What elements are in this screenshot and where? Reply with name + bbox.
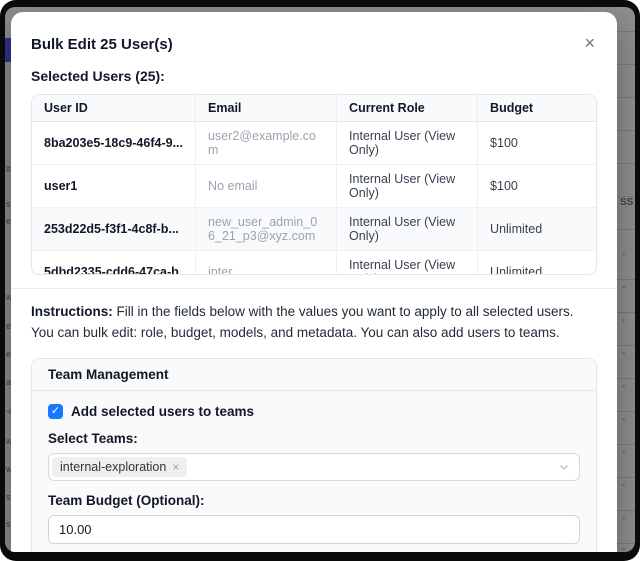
- selected-users-table: User ID Email Current Role Budget 8ba203…: [32, 95, 596, 275]
- cell-user-id: user1: [32, 165, 196, 208]
- column-header-email: Email: [196, 95, 337, 122]
- cell-budget: $100: [478, 165, 596, 208]
- backdrop-cell-dash: -: [622, 283, 625, 293]
- instructions-text: Instructions: Fill in the fields below w…: [31, 302, 597, 344]
- team-management-title: Team Management: [32, 359, 596, 391]
- checkbox-checked-icon[interactable]: ✓: [48, 404, 63, 419]
- cell-email: No email: [196, 165, 337, 208]
- backdrop-right-strip: SS - - - - - - - - - -: [616, 7, 635, 552]
- table-row: 8ba203e5-18c9-46f4-9... user2@example.co…: [32, 122, 596, 165]
- backdrop-text-fragment: lt: [6, 165, 11, 174]
- backdrop-cell-dash: -: [622, 448, 625, 458]
- team-management-body: ✓ Add selected users to teams Select Tea…: [32, 391, 596, 552]
- cell-role: Internal User (View Only): [337, 251, 478, 276]
- cell-user-id: 8ba203e5-18c9-46f4-9...: [32, 122, 196, 165]
- backdrop-cell-dash: -: [622, 349, 625, 359]
- backdrop-cell-dash: -: [622, 250, 625, 260]
- section-divider: [11, 288, 617, 289]
- team-budget-label: Team Budget (Optional):: [48, 493, 580, 508]
- column-header-user-id: User ID: [32, 95, 196, 122]
- cell-role: Internal User (View Only): [337, 208, 478, 251]
- table-row: user1 No email Internal User (View Only)…: [32, 165, 596, 208]
- team-select-input[interactable]: internal-exploration ×: [48, 453, 580, 481]
- window-frame: lt se er w e e ar -q w w st st SS - - - …: [0, 0, 640, 561]
- table-header-row: User ID Email Current Role Budget: [32, 95, 596, 122]
- instructions-label: Instructions:: [31, 304, 113, 319]
- backdrop-cell-dash: -: [622, 545, 625, 552]
- backdrop-cell-dash: -: [622, 481, 625, 491]
- cell-user-id: 5dbd2335-cdd6-47ca-b...: [32, 251, 196, 276]
- selected-users-table-container[interactable]: User ID Email Current Role Budget 8ba203…: [31, 94, 597, 275]
- cell-budget: Unlimited: [478, 251, 596, 276]
- backdrop-cell-dash: -: [622, 415, 625, 425]
- cell-role: Internal User (View Only): [337, 165, 478, 208]
- bulk-edit-modal: Bulk Edit 25 User(s) × Selected Users (2…: [11, 12, 617, 552]
- table-row: 5dbd2335-cdd6-47ca-b... inter Internal U…: [32, 251, 596, 276]
- modal-title: Bulk Edit 25 User(s): [31, 36, 173, 53]
- cell-email: inter: [196, 251, 337, 276]
- table-row: 253d22d5-f3f1-4c8f-b... new_user_admin_0…: [32, 208, 596, 251]
- dimmed-page-backdrop: lt se er w e e ar -q w w st st SS - - - …: [5, 7, 635, 552]
- backdrop-cell-dash: -: [622, 514, 625, 524]
- modal-header: Bulk Edit 25 User(s) ×: [31, 36, 597, 53]
- cell-email: user2@example.com: [196, 122, 337, 165]
- team-management-card: Team Management ✓ Add selected users to …: [31, 358, 597, 552]
- cell-role: Internal User (View Only): [337, 122, 478, 165]
- column-header-current-role: Current Role: [337, 95, 478, 122]
- selected-team-tag[interactable]: internal-exploration ×: [52, 457, 187, 477]
- selected-team-tag-label: internal-exploration: [60, 460, 166, 474]
- instructions-body: Fill in the fields below with the values…: [31, 304, 574, 340]
- cell-user-id: 253d22d5-f3f1-4c8f-b...: [32, 208, 196, 251]
- team-budget-input[interactable]: [48, 515, 580, 544]
- add-users-to-teams-checkbox-row[interactable]: ✓ Add selected users to teams: [48, 404, 580, 419]
- add-users-to-teams-label: Add selected users to teams: [71, 404, 254, 419]
- selected-users-label: Selected Users (25):: [31, 68, 597, 84]
- cell-budget: Unlimited: [478, 208, 596, 251]
- backdrop-cell-dash: -: [622, 382, 625, 392]
- backdrop-cell-dash: -: [622, 316, 625, 326]
- select-teams-label: Select Teams:: [48, 431, 580, 446]
- chevron-down-icon[interactable]: [558, 461, 570, 473]
- backdrop-column-header: SS: [620, 197, 633, 208]
- tag-remove-icon[interactable]: ×: [172, 461, 179, 473]
- cell-budget: $100: [478, 122, 596, 165]
- close-icon[interactable]: ×: [582, 34, 597, 52]
- cell-email: new_user_admin_06_21_p3@xyz.com: [196, 208, 337, 251]
- column-header-budget: Budget: [478, 95, 596, 122]
